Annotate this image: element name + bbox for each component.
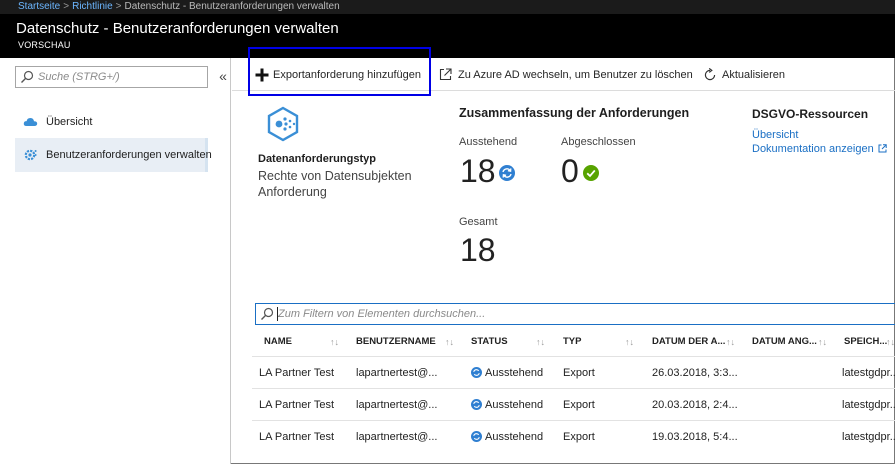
- pending-sync-icon: [499, 165, 515, 181]
- filter-input[interactable]: [278, 306, 878, 322]
- status-text: Ausstehend: [485, 399, 544, 411]
- pending-sync-icon: [471, 398, 482, 410]
- pending-label: Ausstehend: [459, 136, 518, 148]
- check-circle-icon: [583, 165, 599, 181]
- total-label: Gesamt: [459, 216, 498, 228]
- cell-date-created: 20.03.2018, 2:4...: [652, 399, 738, 411]
- cell-type: Export: [563, 431, 595, 443]
- sort-icon[interactable]: ↑↓: [330, 328, 339, 356]
- sort-icon[interactable]: ↑↓: [886, 328, 895, 356]
- cell-storage: latestgdpr...: [842, 431, 895, 443]
- refresh-button[interactable]: Aktualisieren: [703, 67, 793, 83]
- add-export-request-button[interactable]: Exportanforderung hinzufügen: [255, 67, 427, 83]
- sidebar-search-input[interactable]: [38, 69, 204, 85]
- cell-date-requested: [752, 389, 837, 421]
- column-header-storage[interactable]: SPEICH...: [844, 328, 887, 356]
- switch-azure-ad-label: Zu Azure AD wechseln, um Benutzer zu lös…: [458, 69, 693, 81]
- refresh-label: Aktualisieren: [722, 69, 785, 81]
- sidebar-item-label: Benutzeranforderungen verwalten: [46, 149, 212, 161]
- table-row[interactable]: LA Partner Test lapartnertest@... Ausste…: [252, 388, 895, 420]
- breadcrumb-home-link[interactable]: Startseite: [18, 1, 60, 12]
- status-text: Ausstehend: [485, 431, 544, 443]
- breadcrumb-current: Datenschutz - Benutzeranforderungen verw…: [124, 1, 340, 12]
- column-header-date-requested[interactable]: DATUM ANG...: [752, 328, 817, 356]
- search-icon: [261, 307, 274, 320]
- sort-icon[interactable]: ↑↓: [445, 328, 454, 356]
- gdpr-resources-title: DSGVO-Ressourcen: [752, 107, 869, 121]
- breadcrumb: Startseite > Richtlinie > Datenschutz - Benu…: [0, 0, 895, 14]
- cell-type: Export: [563, 367, 595, 379]
- sidebar-item-manage-requests[interactable]: Benutzeranforderungen verwalten: [15, 138, 212, 172]
- breadcrumb-separator: >: [115, 1, 122, 12]
- gear-icon: [24, 149, 37, 161]
- table-row[interactable]: LA Partner Test lapartnertest@... Ausste…: [252, 356, 895, 388]
- table-row[interactable]: LA Partner Test lapartnertest@... Ausste…: [252, 420, 895, 452]
- cell-name: LA Partner Test: [259, 367, 335, 379]
- pending-count: 18: [460, 153, 496, 189]
- preview-label: VORSCHAU: [18, 40, 71, 50]
- documentation-link[interactable]: Dokumentation anzeigen: [752, 143, 887, 155]
- pending-sync-icon: [471, 366, 482, 378]
- search-icon: [21, 70, 34, 83]
- documentation-link-label: Dokumentation anzeigen: [752, 143, 874, 155]
- data-request-icon: [267, 106, 299, 142]
- filter-box[interactable]: [255, 303, 895, 325]
- overview-link[interactable]: Übersicht: [752, 129, 798, 141]
- breadcrumb-separator: >: [63, 1, 70, 12]
- sort-icon[interactable]: ↑↓: [818, 328, 827, 356]
- sort-icon[interactable]: ↑↓: [536, 328, 545, 356]
- page-title: Datenschutz - Benutzeranforderungen verw…: [16, 20, 339, 37]
- column-header-type[interactable]: TYP: [563, 328, 581, 356]
- sidebar-item-overview[interactable]: Übersicht: [15, 105, 208, 139]
- plus-icon: [255, 68, 269, 82]
- cloud-icon: [23, 118, 38, 126]
- cell-name: LA Partner Test: [259, 399, 335, 411]
- completed-count: 0: [561, 153, 579, 189]
- sidebar: « Übersicht Benutzeranforderungen verwal…: [0, 58, 231, 464]
- switch-azure-ad-button[interactable]: Zu Azure AD wechseln, um Benutzer zu lös…: [439, 67, 693, 83]
- collapse-sidebar-button[interactable]: «: [216, 66, 230, 86]
- cell-username: lapartnertest@...: [356, 431, 438, 443]
- pending-sync-icon: [471, 430, 482, 442]
- sidebar-item-label: Übersicht: [46, 116, 93, 128]
- status-text: Ausstehend: [485, 367, 544, 379]
- cell-date-created: 19.03.2018, 5:4...: [652, 431, 738, 443]
- breadcrumb-policy-link[interactable]: Richtlinie: [72, 1, 113, 12]
- completed-label: Abgeschlossen: [561, 136, 636, 148]
- column-header-date-created[interactable]: DATUM DER A...: [652, 328, 725, 356]
- cell-status: Ausstehend: [471, 357, 561, 389]
- sidebar-search[interactable]: [15, 66, 208, 88]
- cell-storage: latestgdpr...: [842, 399, 895, 411]
- total-count: 18: [460, 232, 496, 268]
- sort-icon[interactable]: ↑↓: [726, 328, 735, 356]
- command-bar: Exportanforderung hinzufügen Zu Azure AD…: [232, 58, 895, 91]
- cell-date-requested: [752, 421, 837, 453]
- column-header-name[interactable]: NAME: [264, 328, 292, 356]
- main-content: Datenanforderungstyp Rechte von Datensub…: [232, 92, 895, 464]
- external-link-icon: [439, 68, 452, 81]
- refresh-icon: [704, 68, 716, 81]
- request-type-line2: Anforderung: [258, 185, 327, 199]
- cell-storage: latestgdpr...: [842, 367, 895, 379]
- cell-status: Ausstehend: [471, 389, 561, 421]
- cell-name: LA Partner Test: [259, 431, 335, 443]
- request-type-title: Datenanforderungstyp: [258, 153, 376, 165]
- cell-username: lapartnertest@...: [356, 367, 438, 379]
- blade-header: Datenschutz - Benutzeranforderungen verw…: [0, 14, 895, 58]
- cell-username: lapartnertest@...: [356, 399, 438, 411]
- sort-icon[interactable]: ↑↓: [625, 328, 634, 356]
- summary-title: Zusammenfassung der Anforderungen: [459, 106, 690, 120]
- add-export-request-label: Exportanforderung hinzufügen: [273, 69, 421, 81]
- request-type-line1: Rechte von Datensubjekten: [258, 169, 412, 183]
- column-header-status[interactable]: STATUS: [471, 328, 508, 356]
- external-link-icon: [878, 144, 887, 153]
- column-header-username[interactable]: BENUTZERNAME: [356, 328, 436, 356]
- cell-type: Export: [563, 399, 595, 411]
- cell-date-created: 26.03.2018, 3:3...: [652, 367, 738, 379]
- cell-status: Ausstehend: [471, 421, 561, 453]
- cell-date-requested: [752, 357, 837, 389]
